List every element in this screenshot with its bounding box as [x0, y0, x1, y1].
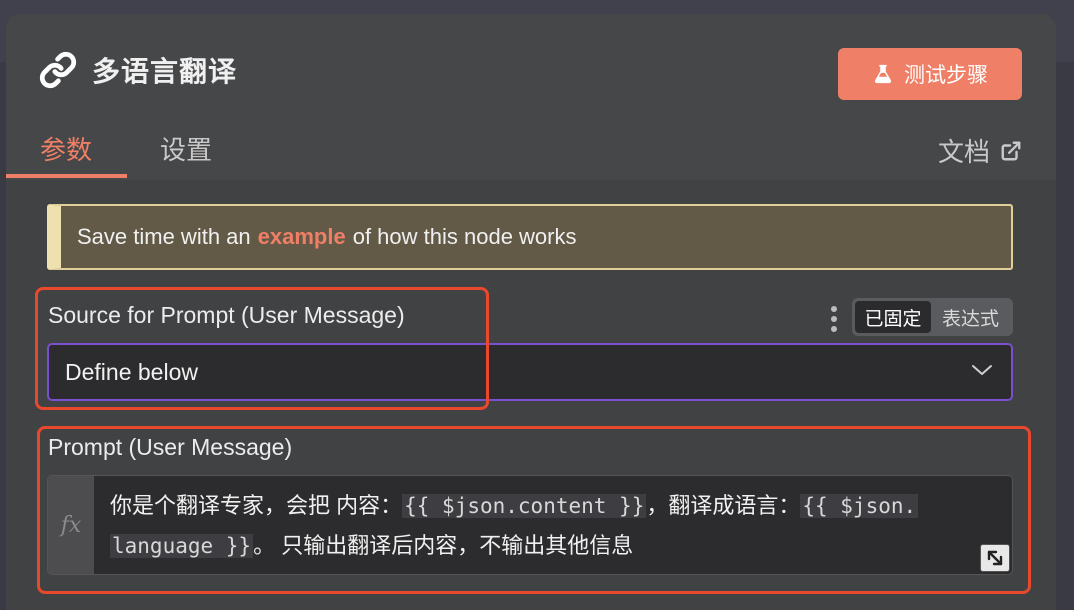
docs-link[interactable]: 文档 [938, 132, 1022, 169]
example-banner: Save time with an example of how this no… [47, 204, 1013, 270]
example-link[interactable]: example [258, 224, 346, 250]
node-panel: 多语言翻译 测试步骤 参数 设置 文档 Save time with an ex… [6, 14, 1056, 610]
tab-settings[interactable]: 设置 [160, 130, 212, 167]
docs-label: 文档 [937, 137, 990, 167]
node-title[interactable]: 多语言翻译 [92, 50, 237, 90]
active-tab-indicator [6, 174, 127, 178]
panel-header: 多语言翻译 测试步骤 参数 设置 文档 [6, 14, 1056, 180]
field-options-icon[interactable] [829, 306, 839, 332]
highlight-source-field [35, 287, 489, 410]
mode-fixed-option[interactable]: 已固定 [855, 301, 931, 333]
tab-bar: 参数 设置 [6, 120, 1056, 180]
flask-icon [872, 62, 894, 86]
external-link-icon [1000, 140, 1022, 162]
mode-expression-option[interactable]: 表达式 [931, 301, 1010, 333]
banner-text-after: of how this node works [352, 224, 577, 249]
mode-toggle: 已固定 表达式 [852, 298, 1013, 336]
highlight-prompt-field [37, 426, 1031, 594]
banner-text-before: Save time with an [77, 224, 251, 249]
chevron-down-icon [971, 363, 993, 377]
title-row: 多语言翻译 [38, 50, 237, 90]
test-step-label: 测试步骤 [904, 64, 988, 87]
test-step-button[interactable]: 测试步骤 [838, 48, 1022, 100]
tab-parameters[interactable]: 参数 [40, 130, 92, 167]
link-icon [38, 50, 78, 90]
